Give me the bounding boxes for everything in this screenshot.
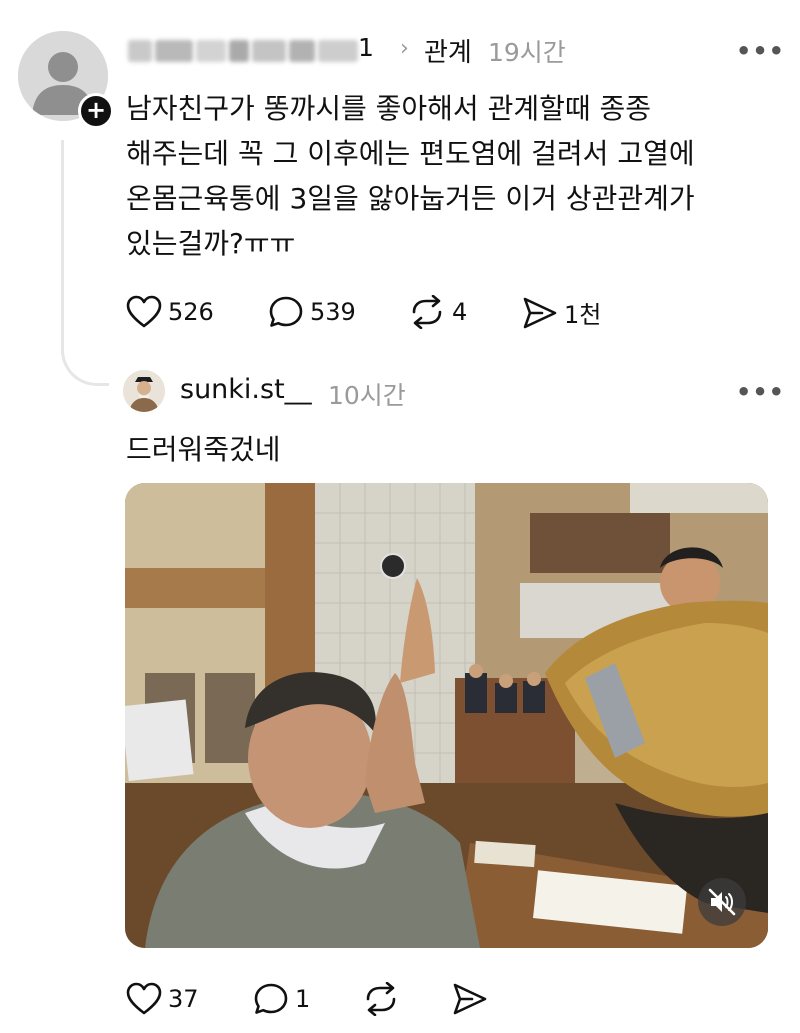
speech-bubble-icon — [254, 983, 288, 1014]
share-button[interactable]: 1천 — [522, 295, 601, 330]
author-username-blurred[interactable] — [128, 36, 370, 66]
thread-connector — [61, 330, 109, 386]
reply-like-count: 37 — [168, 985, 199, 1013]
post-text-line: 남자친구가 똥까시를 좋아해서 관계할때 종종 — [126, 92, 652, 125]
author-username-tail[interactable]: 1 — [358, 33, 374, 62]
heart-icon — [126, 295, 162, 328]
reply-repost-button[interactable] — [362, 982, 400, 1016]
like-button[interactable]: 526 — [126, 295, 214, 329]
reply-avatar-image — [123, 370, 165, 412]
follow-plus-button[interactable]: + — [78, 93, 114, 129]
send-icon — [523, 297, 557, 328]
thread-line — [61, 140, 64, 355]
send-icon — [453, 983, 487, 1015]
speech-bubble-icon — [269, 296, 303, 327]
reply-body: 드러워죽겄네 — [126, 433, 281, 466]
reply-timestamp: 10시간 — [328, 381, 406, 410]
repost-arrows-icon — [366, 982, 396, 1016]
post-text-line: 해주는데 꼭 그 이후에는 편도염에 걸려서 고열에 — [126, 137, 695, 170]
speaker-muted-icon — [708, 888, 736, 916]
share-count: 1천 — [564, 301, 602, 329]
chevron-right-icon: › — [400, 36, 409, 61]
post-body: 남자친구가 똥까시를 좋아해서 관계할때 종종 해주는데 꼭 그 이후에는 편도… — [126, 86, 746, 266]
post-more-options-button[interactable]: ••• — [736, 37, 785, 65]
reply-more-options-button[interactable]: ••• — [736, 378, 785, 406]
reply-comment-button[interactable]: 1 — [253, 982, 310, 1016]
topic-tag[interactable]: 관계 — [424, 32, 472, 69]
repost-count: 4 — [452, 298, 468, 326]
comment-count: 539 — [310, 298, 356, 326]
post-text-line: 있는걸까?ㅠㅠ — [126, 227, 296, 260]
post-timestamp: 19시간 — [488, 38, 566, 67]
reply-share-button[interactable] — [452, 982, 488, 1016]
reply-like-button[interactable]: 37 — [126, 982, 199, 1016]
reply-author-avatar[interactable] — [123, 370, 165, 412]
repost-button[interactable]: 4 — [408, 295, 467, 329]
mute-toggle-button[interactable] — [698, 878, 746, 926]
heart-icon — [126, 982, 162, 1015]
post-text-line: 온몸근육통에 3일을 앓아눕거든 이거 상관관계가 — [126, 182, 695, 215]
repost-arrows-icon — [412, 295, 442, 329]
reply-comment-count: 1 — [295, 985, 311, 1013]
comment-button[interactable]: 539 — [268, 295, 356, 329]
reply-username[interactable]: sunki.st__ — [180, 374, 312, 405]
like-count: 526 — [168, 298, 214, 326]
video-frame-image — [125, 483, 768, 948]
reply-video[interactable] — [125, 483, 768, 948]
